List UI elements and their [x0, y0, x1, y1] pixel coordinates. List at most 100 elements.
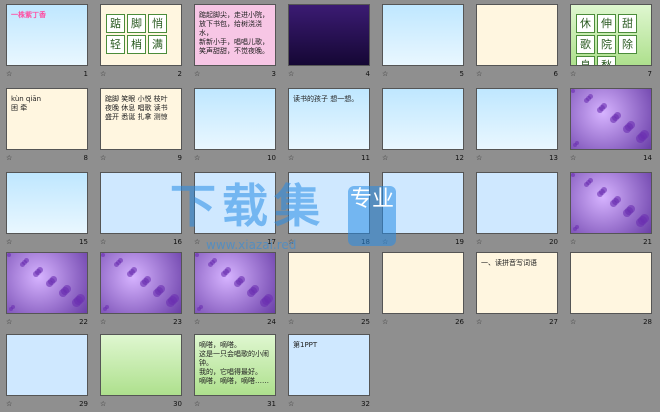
slide-number: 28: [643, 318, 652, 326]
slide-thumbnail[interactable]: [570, 252, 652, 314]
slide-text: 嘀嗒，嘀嗒。 这是一只会唱歌的小闹钟。 我的，它唱得最好。 嘀嗒，嘀嗒，嘀嗒……: [199, 341, 269, 385]
flower-dot: [640, 214, 649, 223]
slide-number: 30: [173, 400, 182, 408]
slide-row: kùn qiān 困 牵 ☆ 8 踮脚 笑眼 小悦 枝叶 夜晚 休息 唱歌 读书 盛开…: [6, 88, 656, 166]
flower-dot: [225, 267, 231, 273]
flower-dot: [264, 294, 273, 303]
watermark-text: 下载集: [170, 179, 326, 233]
slide-row: ☆ 29 ☆ 30 嘀嗒，嘀嗒。 这是一只会唱歌的小闹钟。 我的，它唱得最好。 嘀嗒，嘀…: [6, 334, 656, 412]
slide-thumbnail[interactable]: 一、读拼音写词语: [476, 252, 558, 314]
slide-number: 16: [173, 238, 182, 246]
slide-number: 6: [553, 70, 558, 78]
slide-thumbnail[interactable]: [194, 88, 276, 150]
flower-dot: [588, 178, 593, 183]
flower-dot: [11, 305, 15, 309]
slide-thumbnail[interactable]: [288, 4, 370, 66]
slide-thumbnail[interactable]: 一株紫丁香: [6, 4, 88, 66]
slide-thumbnail[interactable]: [476, 88, 558, 150]
flower-dot: [50, 276, 57, 283]
slide-number: 11: [361, 154, 370, 162]
slide-number: 13: [549, 154, 558, 162]
slide-thumbnail[interactable]: [382, 4, 464, 66]
slide-thumbnail[interactable]: [476, 4, 558, 66]
flower-dot: [24, 258, 29, 263]
slide-number: 27: [549, 318, 558, 326]
flower-dot: [238, 276, 245, 283]
slide-number: 26: [455, 318, 464, 326]
slide-number: 4: [365, 70, 370, 78]
slide-text: 第1PPT: [293, 341, 318, 349]
slide-thumbnail[interactable]: [6, 334, 88, 396]
flower-dot: [131, 267, 137, 273]
character-box: 脚: [127, 14, 146, 33]
slide-thumbnail[interactable]: kùn qiān 困 牵: [6, 88, 88, 150]
flower-dot: [627, 121, 635, 129]
slide-thumbnail[interactable]: 休伸甜歌院除息愁: [570, 4, 652, 66]
slide-text: 踮脚 笑眼 小悦 枝叶 夜晚 休息 唱歌 读书 盛开 悉诞 扎拿 测惊: [105, 95, 168, 121]
slide-number: 7: [647, 70, 652, 78]
flower-dot: [575, 225, 579, 229]
flower-dot: [627, 205, 635, 213]
slide-thumbnail[interactable]: 嘀嗒，嘀嗒。 这是一只会唱歌的小闹钟。 我的，它唱得最好。 嘀嗒，嘀嗒，嘀嗒……: [194, 334, 276, 396]
slide-number: 23: [173, 318, 182, 326]
character-box: 伸: [597, 14, 616, 33]
flower-dot: [199, 305, 203, 309]
watermark-badge: 专业: [348, 186, 396, 246]
flower-dot: [601, 103, 607, 109]
flower-dot: [571, 89, 575, 93]
slide-thumbnail[interactable]: [570, 88, 652, 150]
flower-dot: [37, 267, 43, 273]
flower-dot: [640, 130, 649, 139]
flower-dot: [63, 285, 71, 293]
slide-number: 1: [83, 70, 88, 78]
slide-number: 10: [267, 154, 276, 162]
character-box: 踮: [106, 14, 125, 33]
character-box: 满: [148, 35, 167, 54]
slide-thumbnail[interactable]: [382, 252, 464, 314]
slide-thumbnail[interactable]: 读书的孩子 想一想。: [288, 88, 370, 150]
character-box: 歌: [576, 35, 595, 54]
watermark-url: www.xiazai.red: [206, 238, 297, 252]
slide-thumbnail[interactable]: [476, 172, 558, 234]
flower-dot: [601, 187, 607, 193]
slide-thumbnail[interactable]: [382, 88, 464, 150]
slide-thumbnail[interactable]: [570, 172, 652, 234]
flower-dot: [575, 141, 579, 145]
character-box: 愁: [597, 56, 616, 65]
flower-dot: [7, 253, 11, 257]
slide-thumbnail[interactable]: [288, 252, 370, 314]
slide-number: 15: [79, 238, 88, 246]
slide-number: 20: [549, 238, 558, 246]
slide-number: 2: [177, 70, 182, 78]
slide-thumbnail[interactable]: [194, 252, 276, 314]
slide-text: 踮起脚尖，走进小院， 放下书包，给树浇浇水， 新新小手，唱唱儿歌， 笑声甜甜，不…: [199, 11, 269, 55]
flower-dot: [76, 294, 85, 303]
slide-thumbnail[interactable]: [6, 252, 88, 314]
slide-row: ☆ 22 ☆ 23 ☆ 24 ☆ 25 ☆ 26 一、读拼音写词语 ☆ 27 ☆ 28: [6, 252, 656, 330]
slide-thumbnail[interactable]: [6, 172, 88, 234]
slide-thumbnail[interactable]: 踮脚 笑眼 小悦 枝叶 夜晚 休息 唱歌 读书 盛开 悉诞 扎拿 测惊: [100, 88, 182, 150]
character-box: 息: [576, 56, 595, 65]
character-box: 院: [597, 35, 616, 54]
slide-thumbnail[interactable]: 踮脚悄轻梢满: [100, 4, 182, 66]
slide-number: 22: [79, 318, 88, 326]
slide-row: ☆15☆16☆17☆18☆19☆20☆21: [6, 172, 656, 250]
slide-number: 24: [267, 318, 276, 326]
slide-thumbnail[interactable]: [100, 252, 182, 314]
flower-dot: [195, 253, 199, 257]
slide-thumbnail[interactable]: 第1PPT: [288, 334, 370, 396]
character-box: 梢: [127, 35, 146, 54]
flower-dot: [157, 285, 165, 293]
character-box: 除: [618, 35, 637, 54]
flower-dot: [614, 196, 621, 203]
flower-dot: [251, 285, 259, 293]
slide-thumbnail[interactable]: [100, 334, 182, 396]
slide-characters: 休伸甜歌院除息愁: [575, 13, 651, 65]
slide-number: 31: [267, 400, 276, 408]
flower-dot: [170, 294, 179, 303]
slide-number: 21: [643, 238, 652, 246]
slide-text: 一、读拼音写词语: [481, 259, 537, 267]
slide-thumbnail[interactable]: 踮起脚尖，走进小院， 放下书包，给树浇浇水， 新新小手，唱唱儿歌， 笑声甜甜，不…: [194, 4, 276, 66]
slide-number: 32: [361, 400, 370, 408]
slide-number: 3: [271, 70, 276, 78]
